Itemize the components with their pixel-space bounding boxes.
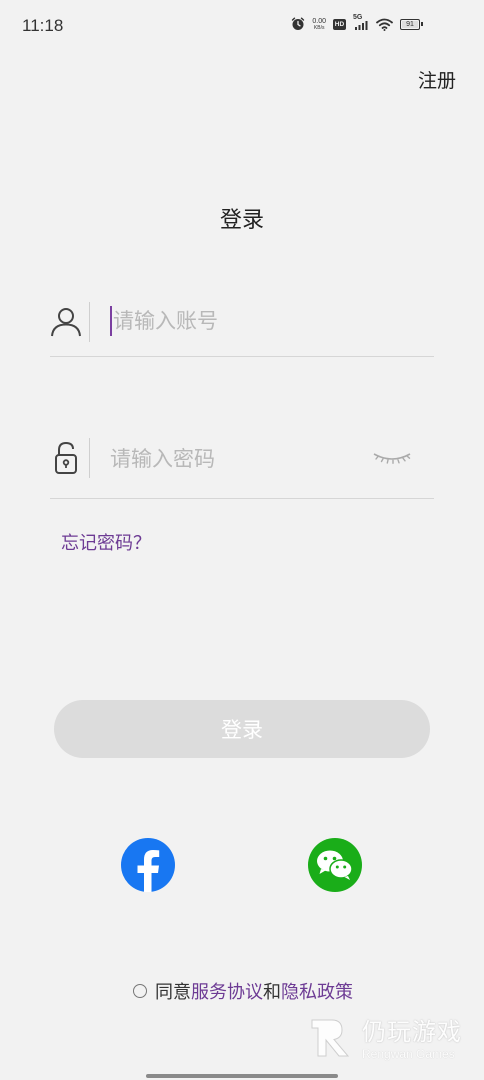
field-separator	[89, 438, 90, 478]
wechat-icon	[315, 848, 355, 882]
net-speed: 0.00 KB/s	[312, 18, 326, 31]
password-field[interactable]	[50, 432, 434, 499]
signal-icon: 5G	[353, 14, 369, 31]
privacy-link[interactable]: 隐私政策	[281, 978, 353, 1004]
watermark: 仍玩游戏 Rengwan Games	[308, 1012, 462, 1061]
lock-icon	[54, 441, 80, 479]
page-title: 登录	[219, 208, 264, 233]
facebook-login-button[interactable]	[121, 838, 175, 892]
watermark-subtitle: Rengwan Games	[362, 1047, 455, 1061]
facebook-icon	[121, 838, 175, 892]
password-input[interactable]	[110, 443, 394, 475]
terms-link[interactable]: 服务协议	[191, 978, 263, 1004]
hide-password-icon[interactable]	[372, 448, 412, 470]
register-link[interactable]: 注册	[418, 66, 456, 93]
agreement-prefix: 同意	[155, 982, 191, 1003]
status-time: 11:18	[22, 16, 64, 35]
net-speed-value: 0.00	[312, 17, 326, 25]
home-indicator	[146, 1074, 338, 1078]
hd-icon: HD	[333, 18, 346, 30]
battery-icon: 91	[400, 18, 423, 30]
text-cursor	[110, 306, 112, 336]
status-icons: 0.00 KB/s HD 5G 91	[291, 14, 423, 31]
forgot-password-link[interactable]: 忘记密码？	[61, 529, 151, 555]
net-speed-unit: KB/s	[313, 24, 325, 31]
network-type: 5G	[353, 14, 363, 21]
agreement-row: 同意 服务协议 和 隐私政策	[133, 978, 353, 1004]
account-underline	[50, 356, 434, 357]
alarm-icon	[291, 17, 305, 31]
user-icon	[50, 305, 82, 341]
wifi-icon	[376, 18, 393, 31]
field-separator	[89, 302, 90, 342]
battery-level: 91	[406, 20, 414, 28]
login-button[interactable]: 登录	[54, 700, 430, 758]
agreement-and: 和	[263, 982, 281, 1003]
watermark-title: 仍玩游戏	[362, 1018, 462, 1046]
wechat-login-button[interactable]	[308, 838, 362, 892]
password-underline	[50, 498, 434, 499]
account-input[interactable]	[113, 305, 394, 337]
agree-checkbox[interactable]	[133, 984, 147, 998]
watermark-logo-icon	[308, 1014, 354, 1060]
account-field[interactable]	[50, 298, 434, 357]
